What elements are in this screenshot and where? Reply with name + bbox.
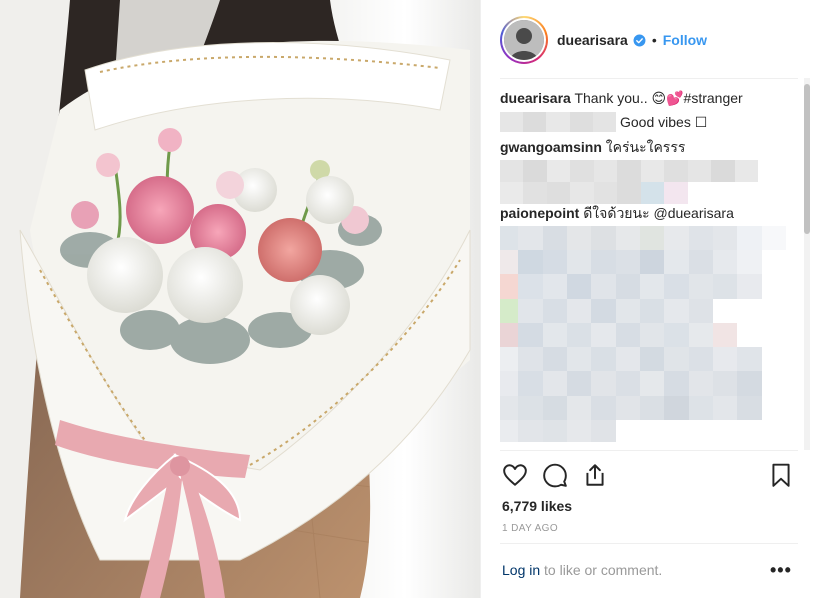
comment-item: Good vibes ☐ [620,112,707,132]
comments-scrollbar[interactable] [804,78,810,450]
verified-badge-icon [633,34,646,47]
comment-text: Thank you.. 😊💕#stranger [574,90,743,106]
share-icon[interactable] [582,462,608,490]
footer-divider [500,543,798,544]
header-separator: • [651,32,657,48]
bouquet-image [0,0,480,598]
follow-button[interactable]: Follow [663,32,707,48]
blurred-comments [500,226,786,442]
comments-divider [500,450,798,451]
avatar[interactable] [504,20,544,60]
comment-icon[interactable] [542,462,568,490]
action-bar [500,462,798,492]
post-username[interactable]: duearisara [557,32,628,48]
comment-text: ใคร่นะใครรร [605,139,686,155]
comment-item: gwangoamsinn ใคร่นะใครรร [500,137,685,157]
bookmark-icon[interactable] [768,462,794,490]
comment-username[interactable]: paionepoint [500,205,579,221]
header-divider [500,78,798,79]
blurred-username [500,112,616,132]
likes-count[interactable]: 6,779 likes [502,498,572,514]
comment-text: ดีใจด้วยนะ @duearisara [583,205,734,221]
comment-item: paionepoint ดีใจด้วยนะ @duearisara [500,203,734,223]
comment-username[interactable]: duearisara [500,90,571,106]
post-header: duearisara • Follow [500,14,798,66]
comment-item: duearisara Thank you.. 😊💕#stranger [500,88,743,108]
more-options-icon[interactable]: ••• [770,560,792,581]
post-timestamp[interactable]: 1 DAY AGO [502,523,558,534]
heart-icon[interactable] [502,462,528,490]
avatar-story-ring[interactable] [500,16,548,64]
comment-text: Good vibes ☐ [620,114,708,130]
post-photo[interactable] [0,0,480,598]
comments-list: duearisara Thank you.. 😊💕#stranger Good … [500,86,792,442]
blurred-comment [500,160,758,204]
login-suffix: to like or comment. [540,562,663,578]
login-link[interactable]: Log in [502,562,540,578]
scrollbar-thumb[interactable] [804,84,810,234]
login-prompt: Log in to like or comment. [502,562,662,578]
comment-username[interactable]: gwangoamsinn [500,139,602,155]
